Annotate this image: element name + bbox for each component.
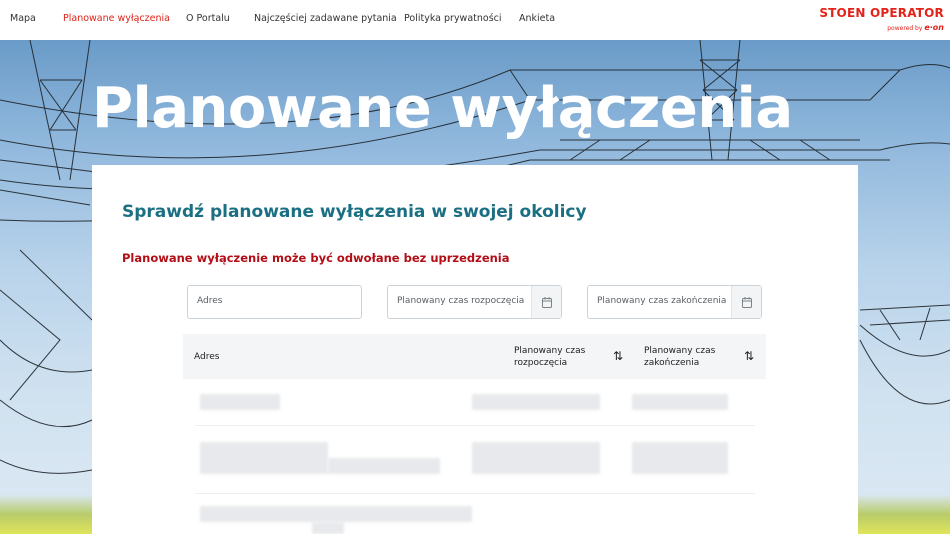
section-heading: Sprawdź planowane wyłączenia w swojej ok… — [122, 202, 587, 222]
calendar-icon[interactable] — [731, 286, 761, 318]
nav-item-ankieta[interactable]: Ankieta — [519, 13, 555, 24]
stoen-operator-logo[interactable]: STOEN OPERATOR powered by e·on — [819, 6, 944, 32]
logo-tagline: powered by e·on — [887, 23, 944, 32]
nav-item-polityka-prywatnosci[interactable]: Polityka prywatności — [404, 13, 502, 24]
start-date-input[interactable] — [397, 296, 527, 306]
sort-arrows-icon[interactable]: ⇅ — [613, 349, 623, 363]
column-header-start[interactable]: Planowany czas rozpoczęcia — [514, 345, 604, 369]
logo-brand: STOEN OPERATOR — [819, 6, 944, 20]
column-header-end[interactable]: Planowany czas zakończenia — [644, 345, 734, 369]
column-header-address: Adres — [194, 352, 220, 362]
end-date-input[interactable] — [597, 296, 727, 306]
sort-arrows-icon[interactable]: ⇅ — [744, 349, 754, 363]
table-header: Adres Planowany czas rozpoczęcia ⇅ Plano… — [183, 334, 766, 379]
top-navigation: Mapa Planowane wyłączenia O Portalu Najc… — [0, 0, 950, 40]
cancellation-warning: Planowane wyłączenie może być odwołane b… — [122, 251, 510, 265]
end-date-filter[interactable] — [587, 285, 762, 319]
nav-item-faq[interactable]: Najczęściej zadawane pytania — [254, 13, 397, 24]
nav-item-planowane-wylaczenia[interactable]: Planowane wyłączenia — [63, 13, 170, 24]
nav-item-o-portalu[interactable]: O Portalu — [186, 13, 230, 24]
address-input[interactable] — [197, 296, 347, 306]
nav-item-mapa[interactable]: Mapa — [10, 13, 36, 24]
calendar-icon[interactable] — [531, 286, 561, 318]
start-date-filter[interactable] — [387, 285, 562, 319]
page-title: Planowane wyłączenia — [92, 76, 793, 141]
address-filter[interactable] — [187, 285, 362, 319]
